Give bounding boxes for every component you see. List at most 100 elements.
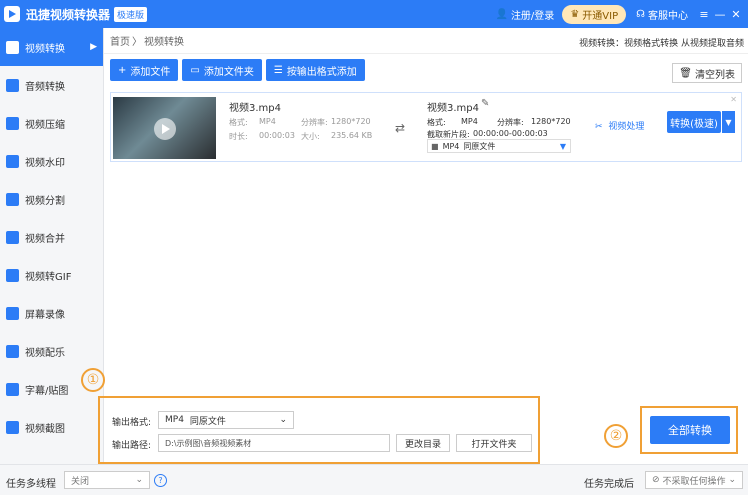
sidebar-item-watermark[interactable]: 视频水印: [0, 142, 103, 180]
output-resolution-label: 分辨率:: [497, 118, 524, 127]
sidebar-item-label: 视频合并: [25, 233, 65, 245]
crown-icon: ♛: [570, 8, 580, 20]
music-icon: [6, 344, 19, 358]
output-format-label: 输出格式:: [112, 418, 152, 428]
chevron-down-icon: ⌄: [135, 475, 143, 485]
add-file-label: 添加文件: [130, 66, 171, 78]
source-format: MP4: [259, 117, 276, 126]
remove-item-icon[interactable]: ✕: [730, 95, 737, 104]
folder-icon: ▭: [190, 64, 200, 76]
video-process-button[interactable]: ✂ 视频处理: [595, 119, 644, 132]
source-resolution-label: 分辨率:: [301, 118, 328, 127]
edit-icon[interactable]: ✎: [481, 98, 489, 109]
output-format-quality: 同原文件: [189, 416, 226, 427]
sidebar-item-video-compress[interactable]: 视频压缩: [0, 104, 103, 142]
trash-icon: 🗑: [679, 67, 692, 79]
sidebar-item-music[interactable]: 视频配乐: [0, 332, 103, 370]
multithread-label: 任务多线程: [6, 479, 56, 490]
subtitle-icon: [6, 382, 19, 396]
output-format-value: MP4: [165, 415, 184, 425]
multithread-value: 关闭: [71, 476, 90, 487]
source-duration: 00:00:03: [259, 131, 295, 140]
convert-dropdown-button[interactable]: ▼: [722, 111, 735, 133]
output-path-field[interactable]: D:\示例图\音频视频素材: [158, 434, 390, 452]
clear-list-label: 清空列表: [695, 69, 735, 81]
change-dir-button[interactable]: 更改目录: [396, 434, 450, 452]
sidebar-item-record[interactable]: 屏幕录像: [0, 294, 103, 332]
gif-icon: [6, 268, 19, 282]
breadcrumb-home[interactable]: 首页: [110, 33, 130, 48]
headset-icon: ☊: [636, 8, 645, 20]
vip-button[interactable]: ♛ 开通VIP: [562, 4, 627, 24]
chevron-down-icon: ⌄: [728, 475, 736, 485]
clip-range: 00:00:00-00:00:03: [473, 129, 548, 138]
sidebar-item-label: 屏幕录像: [25, 309, 65, 321]
close-button[interactable]: ✕: [728, 8, 744, 21]
after-task-select[interactable]: ⊘ 不采取任何操作 ⌄: [645, 471, 743, 489]
chevron-down-icon: ▼: [559, 141, 566, 151]
output-resolution: 1280*720: [531, 117, 571, 126]
marker-one: ①: [81, 368, 105, 392]
help-icon[interactable]: ?: [154, 474, 167, 487]
breadcrumb-current: 视频转换: [144, 37, 184, 48]
add-folder-label: 添加文件夹: [203, 66, 254, 78]
output-format-select[interactable]: ■ MP4 同原文件 ▼: [427, 139, 571, 153]
sidebar-item-audio-convert[interactable]: 音频转换: [0, 66, 103, 104]
sidebar-item-label: 视频分割: [25, 195, 65, 207]
file-item: 视频3.mp4 格式: MP4 分辨率: 1280*720 时长: 00:00:…: [110, 92, 742, 162]
plus-icon: +: [118, 64, 127, 76]
source-resolution: 1280*720: [331, 117, 371, 126]
add-by-format-button[interactable]: ☰ 按输出格式添加: [265, 59, 365, 81]
output-format-value: MP4: [442, 141, 460, 151]
menu-button[interactable]: ≡: [696, 8, 712, 21]
convert-button[interactable]: 转换(极速): [667, 111, 721, 133]
clear-list-button[interactable]: 🗑 清空列表: [672, 63, 742, 83]
forbid-icon: ⊘: [652, 475, 660, 485]
multithread-select[interactable]: 关闭 ⌄: [64, 471, 150, 489]
chevron-right-icon: ▶: [90, 42, 97, 52]
output-settings-panel: 输出格式: MP4 同原文件 ⌄ 输出路径: D:\示例图\音频视频素材 更改目…: [98, 396, 540, 464]
play-icon[interactable]: [154, 118, 176, 140]
sidebar-item-label: 视频压缩: [25, 119, 65, 131]
minimize-button[interactable]: —: [712, 8, 728, 21]
sidebar-item-merge[interactable]: 视频合并: [0, 218, 103, 256]
scissors-icon: ✂: [595, 122, 603, 132]
video-thumbnail[interactable]: [113, 97, 216, 159]
add-folder-button[interactable]: ▭ 添加文件夹: [182, 59, 262, 81]
output-file-name: 视频3.mp4: [427, 103, 479, 114]
output-format-select[interactable]: MP4 同原文件 ⌄: [158, 411, 294, 429]
titlebar: 迅捷视频转换器 极速版 👤 注册/登录 ♛ 开通VIP ☊ 客服中心 ≡ — ✕: [0, 0, 748, 28]
sidebar-item-video-convert[interactable]: 视频转换 ▶: [0, 28, 103, 66]
watermark-icon: [6, 154, 19, 168]
source-size-label: 大小:: [301, 132, 320, 141]
marker-two: ②: [604, 424, 628, 448]
chevron-down-icon: ▼: [725, 117, 732, 127]
app-logo-icon: [4, 6, 20, 22]
after-task-value: 不采取任何操作: [662, 476, 726, 487]
output-format-label: 格式:: [427, 118, 446, 127]
after-task-label: 任务完成后: [584, 479, 634, 490]
sidebar-item-label: 字幕/贴图: [25, 385, 69, 397]
sidebar-item-gif[interactable]: 视频转GIF: [0, 256, 103, 294]
convert-all-frame: 全部转换: [640, 406, 738, 454]
login-link[interactable]: 👤 注册/登录: [495, 7, 554, 22]
add-file-button[interactable]: + 添加文件: [110, 59, 179, 81]
sidebar-item-split[interactable]: 视频分割: [0, 180, 103, 218]
list-icon: ☰: [273, 64, 283, 76]
service-label: 客服中心: [648, 10, 688, 22]
sidebar-item-screenshot[interactable]: 视频截图: [0, 408, 103, 446]
chevron-down-icon: ⌄: [279, 415, 287, 425]
output-path-label: 输出路径:: [112, 441, 152, 451]
open-folder-button[interactable]: 打开文件夹: [456, 434, 532, 452]
feature-hint: 视频转换：视频格式转换 从视频提取音频: [579, 39, 744, 49]
sidebar-item-label: 视频截图: [25, 423, 65, 435]
app-title: 迅捷视频转换器: [26, 7, 111, 22]
service-link[interactable]: ☊ 客服中心: [636, 7, 688, 22]
login-label: 注册/登录: [510, 10, 555, 22]
source-file-name: 视频3.mp4: [229, 103, 281, 114]
video-icon: ■: [431, 141, 439, 151]
breadcrumb-separator: 〉: [132, 37, 142, 48]
shuffle-icon: ⇄: [395, 121, 406, 135]
user-icon: 👤: [495, 8, 508, 20]
convert-all-button[interactable]: 全部转换: [650, 416, 730, 444]
